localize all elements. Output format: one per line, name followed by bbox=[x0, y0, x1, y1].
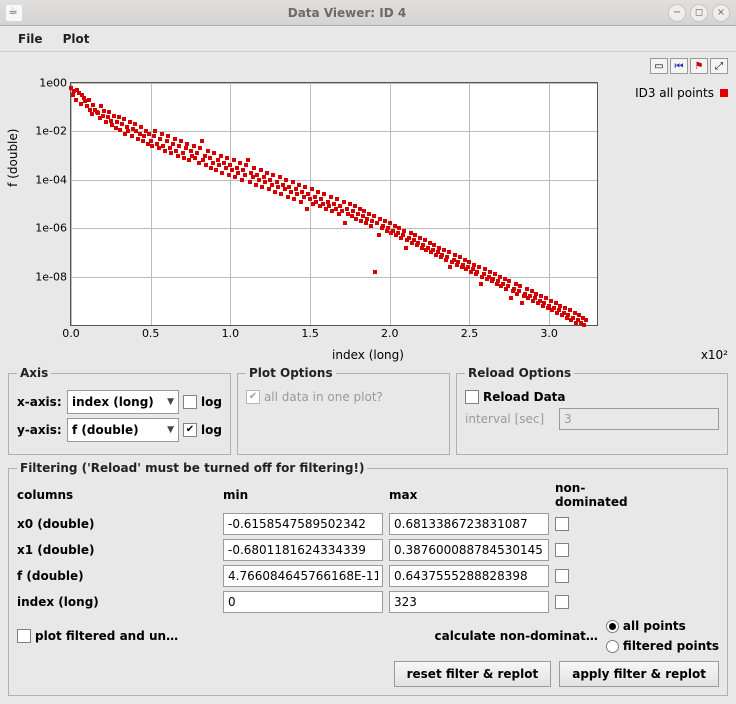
window-title: Data Viewer: ID 4 bbox=[30, 6, 664, 20]
filter-max-input[interactable] bbox=[389, 565, 549, 587]
scatter-chart[interactable]: f (double) 0.00.51.01.52.02.53.01e001e-0… bbox=[8, 76, 728, 356]
filter-min-input[interactable] bbox=[223, 591, 383, 613]
filter-header-max: max bbox=[389, 488, 549, 502]
chart-legend: ID3 all points bbox=[635, 86, 728, 100]
filter-max-input[interactable] bbox=[389, 539, 549, 561]
x-tick-label: 3.0 bbox=[540, 325, 558, 340]
menu-file[interactable]: File bbox=[8, 28, 53, 50]
reload-options-fieldset: Reload Options Reload Data interval [sec… bbox=[456, 366, 728, 455]
x-tick-label: 2.0 bbox=[381, 325, 399, 340]
filter-nondom-checkbox[interactable] bbox=[555, 595, 569, 609]
filtering-legend: Filtering ('Reload' must be turned off f… bbox=[17, 461, 367, 475]
y-log-label: log bbox=[201, 423, 222, 437]
chart-x-axis-label: index (long) bbox=[332, 348, 404, 362]
interval-input bbox=[559, 408, 719, 430]
radio-all-points[interactable] bbox=[606, 620, 619, 633]
chevron-down-icon: ▼ bbox=[167, 425, 174, 435]
y-axis-select[interactable]: f (double) ▼ bbox=[67, 418, 179, 442]
filter-nondom-checkbox[interactable] bbox=[555, 517, 569, 531]
filter-min-input[interactable] bbox=[223, 513, 383, 535]
legend-swatch-icon bbox=[720, 89, 728, 97]
filter-min-input[interactable] bbox=[223, 565, 383, 587]
y-tick-label: 1e-08 bbox=[35, 270, 71, 283]
x-tick-label: 2.5 bbox=[461, 325, 479, 340]
filter-max-input[interactable] bbox=[389, 591, 549, 613]
window-titlebar: Data Viewer: ID 4 − ◻ × bbox=[0, 0, 736, 26]
filter-column-name: x1 (double) bbox=[17, 543, 217, 557]
filter-nondom-checkbox[interactable] bbox=[555, 543, 569, 557]
x-log-label: log bbox=[201, 395, 222, 409]
window-minimize-button[interactable]: − bbox=[668, 4, 686, 22]
filter-header-columns: columns bbox=[17, 488, 217, 502]
radio-filtered-points-label: filtered points bbox=[623, 639, 719, 653]
filter-max-input[interactable] bbox=[389, 513, 549, 535]
x-axis-label: x-axis: bbox=[17, 395, 63, 409]
plot-filtered-checkbox[interactable] bbox=[17, 629, 31, 643]
reload-data-label: Reload Data bbox=[483, 390, 566, 404]
y-tick-label: 1e-04 bbox=[35, 173, 71, 186]
axis-legend: Axis bbox=[17, 366, 51, 380]
menubar: File Plot bbox=[0, 26, 736, 52]
java-icon bbox=[6, 5, 22, 21]
radio-all-points-label: all points bbox=[623, 619, 686, 633]
y-axis-label: y-axis: bbox=[17, 423, 63, 437]
x-tick-label: 0.0 bbox=[62, 325, 80, 340]
pin-icon[interactable]: ⚑ bbox=[690, 58, 708, 74]
filtering-fieldset: Filtering ('Reload' must be turned off f… bbox=[8, 461, 728, 696]
chart-toolbar: ▭ ⏮ ⚑ ⤢ bbox=[8, 58, 728, 74]
chevron-down-icon: ▼ bbox=[167, 397, 174, 407]
y-tick-label: 1e-02 bbox=[35, 125, 71, 138]
filter-grid: columns min max non-dominated x0 (double… bbox=[17, 481, 719, 613]
menu-plot[interactable]: Plot bbox=[53, 28, 100, 50]
plot-options-fieldset: Plot Options all data in one plot? bbox=[237, 366, 450, 455]
x-tick-label: 1.5 bbox=[301, 325, 319, 340]
x-tick-label: 0.5 bbox=[142, 325, 160, 340]
y-axis-select-value: f (double) bbox=[72, 423, 139, 437]
y-log-checkbox[interactable] bbox=[183, 423, 197, 437]
interval-label: interval [sec] bbox=[465, 412, 555, 426]
plot-filtered-label: plot filtered and un… bbox=[35, 629, 178, 643]
plot-options-legend: Plot Options bbox=[246, 366, 336, 380]
expand-icon[interactable]: ⤢ bbox=[710, 58, 728, 74]
filter-min-input[interactable] bbox=[223, 539, 383, 561]
filter-header-nondom: non-dominated bbox=[555, 481, 635, 509]
axis-fieldset: Axis x-axis: index (long) ▼ log y-axis: … bbox=[8, 366, 231, 455]
x-axis-select-value: index (long) bbox=[72, 395, 154, 409]
y-tick-label: 1e00 bbox=[39, 77, 71, 90]
y-tick-label: 1e-06 bbox=[35, 222, 71, 235]
window-maximize-button[interactable]: ◻ bbox=[690, 4, 708, 22]
reset-filter-button[interactable]: reset filter & replot bbox=[394, 661, 552, 687]
all-data-label: all data in one plot? bbox=[264, 390, 383, 404]
reload-data-checkbox[interactable] bbox=[465, 390, 479, 404]
reload-options-legend: Reload Options bbox=[465, 366, 574, 380]
x-tick-label: 1.0 bbox=[222, 325, 240, 340]
chart-y-axis-label: f (double) bbox=[6, 129, 20, 187]
filter-nondom-checkbox[interactable] bbox=[555, 569, 569, 583]
save-icon[interactable]: ▭ bbox=[650, 58, 668, 74]
legend-entry-label: ID3 all points bbox=[635, 86, 714, 100]
filter-column-name: index (long) bbox=[17, 595, 217, 609]
rewind-icon[interactable]: ⏮ bbox=[670, 58, 688, 74]
x-axis-select[interactable]: index (long) ▼ bbox=[67, 390, 179, 414]
x-log-checkbox[interactable] bbox=[183, 395, 197, 409]
all-data-checkbox bbox=[246, 390, 260, 404]
calc-nondom-label: calculate non-dominat… bbox=[435, 629, 598, 643]
filter-column-name: x0 (double) bbox=[17, 517, 217, 531]
apply-filter-button[interactable]: apply filter & replot bbox=[559, 661, 719, 687]
filter-column-name: f (double) bbox=[17, 569, 217, 583]
radio-filtered-points[interactable] bbox=[606, 640, 619, 653]
window-close-button[interactable]: × bbox=[712, 4, 730, 22]
chart-x-multiplier: x10² bbox=[701, 348, 728, 362]
chart-plot-area[interactable]: 0.00.51.01.52.02.53.01e001e-021e-041e-06… bbox=[70, 82, 598, 326]
filter-header-min: min bbox=[223, 488, 383, 502]
